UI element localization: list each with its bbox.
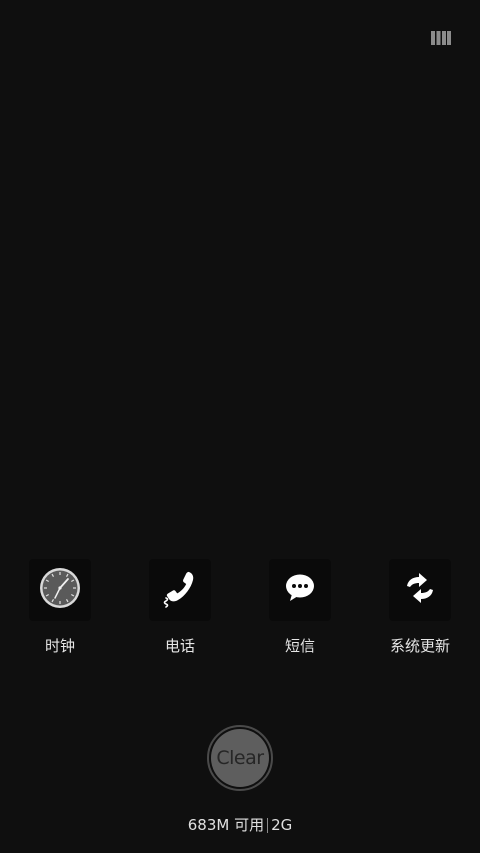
message-bubble-icon	[284, 573, 316, 607]
app-label: 短信	[284, 637, 315, 655]
app-tile[interactable]	[269, 559, 331, 621]
recent-app-clock[interactable]: 时钟	[10, 559, 110, 656]
clear-all-button[interactable]: Clear	[207, 725, 273, 791]
recent-apps-row: 时钟 电话 短信 系统更新	[0, 559, 480, 659]
memory-available: 683M 可用	[187, 816, 265, 834]
app-tile[interactable]	[29, 559, 91, 621]
app-label: 时钟	[44, 637, 75, 655]
app-label: 电话	[164, 637, 195, 655]
recent-app-system-update[interactable]: 系统更新	[370, 559, 470, 656]
multi-column-view-icon[interactable]	[431, 30, 451, 46]
recent-apps-screen: 时钟 电话 短信 系统更新 Clear 683M 可用 2G	[0, 0, 480, 853]
memory-separator	[267, 817, 269, 833]
clear-button-label: Clear	[211, 729, 269, 787]
clock-icon	[39, 567, 81, 613]
memory-total: 2G	[271, 816, 293, 834]
phone-icon	[162, 568, 198, 612]
app-tile[interactable]	[389, 559, 451, 621]
app-tile[interactable]	[149, 559, 211, 621]
system-update-icon	[403, 572, 437, 608]
memory-status: 683M 可用 2G	[0, 815, 480, 835]
recent-app-phone[interactable]: 电话	[130, 559, 230, 656]
app-label: 系统更新	[389, 637, 450, 655]
recent-app-messages[interactable]: 短信	[250, 559, 350, 656]
